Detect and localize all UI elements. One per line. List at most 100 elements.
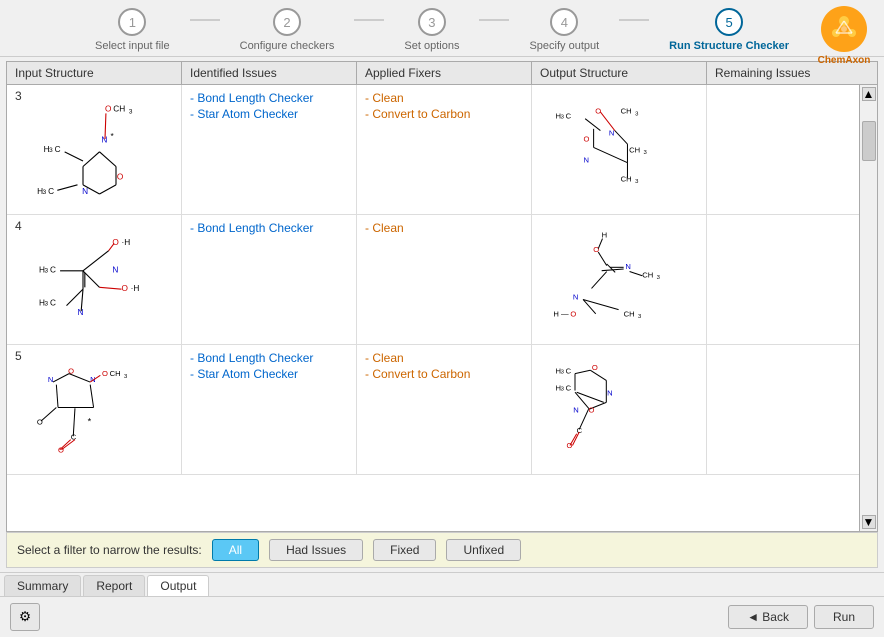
run-button[interactable]: Run [814,605,874,629]
svg-text:N: N [48,375,54,384]
svg-text:—: — [561,309,569,318]
svg-text:3: 3 [124,373,128,379]
chemaxon-logo: ChemAxon [814,5,874,65]
col-header-input: Input Structure [7,62,182,84]
connector-3 [479,19,509,21]
input-structure-cell-3: 3 O CH 3 N * [7,85,182,214]
svg-text:O: O [583,134,589,143]
svg-text:N: N [609,128,615,137]
fixer-item: - Convert to Carbon [365,367,470,381]
issue-item: - Bond Length Checker [190,221,313,235]
wizard-step-1[interactable]: 1 Select input file [75,8,190,52]
output-molecule-3: H 3 C O CH 3 N [540,95,698,205]
filter-unfixed-button[interactable]: Unfixed [446,539,521,561]
filter-all-button[interactable]: All [212,539,259,561]
svg-text:O: O [112,238,119,247]
svg-text:CH: CH [621,106,632,115]
svg-text:N: N [607,388,613,397]
filter-label: Select a filter to narrow the results: [17,543,202,557]
svg-text:O: O [105,104,112,113]
scroll-up-btn[interactable]: ▲ [862,87,876,101]
scrollbar-thumb[interactable] [862,121,876,161]
svg-text:3: 3 [49,146,53,153]
tab-summary[interactable]: Summary [4,575,81,596]
wizard-step-2[interactable]: 2 Configure checkers [220,8,355,52]
table-row: 4 O ·H N O ·H [7,215,859,345]
svg-text:*: * [88,416,92,426]
output-structure-cell-5: H 3 C O H 3 C [532,345,707,474]
input-molecule-5: N O N O CH 3 [24,355,164,465]
input-structure-cell-4: 4 O ·H N O ·H [7,215,182,344]
svg-text:N: N [625,262,631,271]
step-circle-2: 2 [273,8,301,36]
svg-text:N: N [112,265,118,274]
tab-output[interactable]: Output [147,575,209,596]
svg-text:CH: CH [624,309,635,318]
filter-bar: Select a filter to narrow the results: A… [6,532,878,568]
row-number-4: 4 [15,219,22,233]
svg-text:3: 3 [657,275,661,281]
svg-text:N: N [101,135,107,144]
input-molecule-3: O CH 3 N * [24,95,164,205]
svg-text:CH: CH [629,145,640,154]
svg-text:3: 3 [561,369,565,375]
fixers-cell-4: - Clean [357,215,532,344]
svg-text:H: H [602,230,608,239]
input-structure-cell-5: 5 N O N O CH [7,345,182,474]
svg-text:O: O [117,172,124,181]
remaining-cell-3 [707,85,859,214]
svg-text:C: C [50,298,56,307]
wizard-step-3[interactable]: 3 Set options [384,8,479,52]
step-label-5: Run Structure Checker [669,40,789,52]
tab-report[interactable]: Report [83,575,145,596]
step-label-2: Configure checkers [240,40,335,52]
svg-text:C: C [577,425,583,434]
data-table: Input Structure Identified Issues Applie… [6,61,878,532]
wizard-step-4[interactable]: 4 Specify output [509,8,619,52]
scroll-down-btn[interactable]: ▼ [862,515,876,529]
chemaxon-name-text: ChemAxon [818,55,871,66]
table-rows: 3 O CH 3 N * [7,85,859,531]
table-header: Input Structure Identified Issues Applie… [7,62,877,85]
filter-fixed-button[interactable]: Fixed [373,539,436,561]
svg-text:O: O [589,405,595,414]
row-number-5: 5 [15,349,22,363]
col-header-output: Output Structure [532,62,707,84]
col-header-fixers: Applied Fixers [357,62,532,84]
svg-text:N: N [573,405,579,414]
svg-text:C: C [55,144,61,153]
fixer-item: - Clean [365,351,470,365]
svg-text:C: C [566,111,572,120]
row-number-3: 3 [15,89,22,103]
svg-text:C: C [48,187,54,196]
scrollbar[interactable]: ▲ ▼ [859,85,877,531]
svg-text:N: N [583,155,589,164]
issues-cell-4: - Bond Length Checker [182,215,357,344]
svg-text:3: 3 [45,300,49,307]
fixers-cell-5: - Clean - Convert to Carbon [357,345,532,474]
settings-button[interactable]: ⚙ [10,603,40,631]
issue-item: - Bond Length Checker [190,351,313,365]
output-molecule-4: H O N CH 3 N H [540,225,698,335]
step-label-3: Set options [404,40,459,52]
svg-text:·H: ·H [131,284,140,293]
svg-text:3: 3 [635,111,639,117]
svg-text:·H: ·H [122,238,131,247]
back-button[interactable]: ◄ Back [728,605,808,629]
svg-text:3: 3 [635,179,639,185]
main-area: Input Structure Identified Issues Applie… [0,57,884,572]
input-molecule-4: O ·H N O ·H H 3 C [24,225,164,335]
svg-text:CH: CH [113,104,125,113]
svg-text:O: O [592,363,598,372]
svg-text:N: N [82,187,88,196]
svg-text:N: N [573,292,579,301]
issue-item: - Star Atom Checker [190,367,313,381]
step-label-1: Select input file [95,40,170,52]
output-structure-cell-4: H O N CH 3 N H [532,215,707,344]
svg-text:O: O [570,309,576,318]
svg-text:O: O [102,369,108,378]
action-bar: ⚙ ◄ Back Run [0,596,884,637]
wizard-steps: 1 Select input file 2 Configure checkers… [75,8,809,52]
filter-had-issues-button[interactable]: Had Issues [269,539,363,561]
wizard-step-5[interactable]: 5 Run Structure Checker [649,8,809,52]
